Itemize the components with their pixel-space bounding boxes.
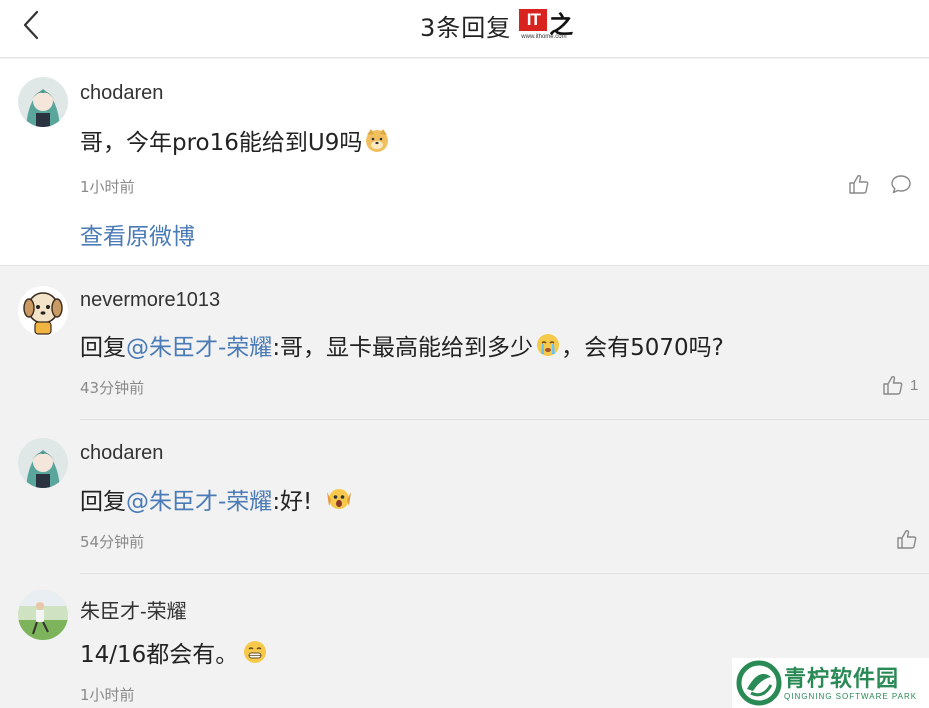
reply-item: chodaren 回复 @朱臣才-荣耀 :好! 54分钟前: [0, 420, 929, 574]
like-button[interactable]: [848, 173, 870, 195]
thumbs-up-icon: [897, 529, 917, 549]
reply-time: 54分钟前: [80, 533, 145, 551]
thumbs-up-icon: [883, 375, 903, 395]
like-button[interactable]: [896, 528, 918, 550]
view-original-link[interactable]: 查看原微博: [80, 217, 195, 251]
reply-content: 回复 @朱臣才-荣耀 :哥，显卡最高能给到多少 ，会有5070吗?: [80, 328, 724, 362]
scream-emoji-icon: [327, 489, 352, 509]
thumbs-up-icon: [849, 174, 869, 194]
reply-time: 43分钟前: [80, 379, 145, 397]
watermark-title: 青柠软件园: [784, 667, 900, 692]
reply-text: :好!: [272, 489, 313, 515]
avatar[interactable]: [18, 590, 68, 640]
reply-username[interactable]: 朱臣才-荣耀: [80, 595, 187, 624]
top-nav-bar: 3条回复 IT 之 www.ithome.com: [0, 0, 929, 58]
reply-content: 回复 @朱臣才-荣耀 :好!: [80, 482, 352, 516]
main-comment: chodaren 哥，今年pro16能给到U9吗 1小时前 查看原微博: [0, 59, 929, 266]
reply-text: :哥，显卡最高能给到多少: [272, 335, 534, 361]
reply-text: 14/16都会有。: [80, 642, 239, 668]
reply-username[interactable]: nevermore1013: [80, 289, 220, 312]
comment-time: 1小时前: [80, 178, 135, 196]
qingning-logo-icon: [736, 660, 782, 706]
back-button[interactable]: [14, 8, 48, 42]
crying-emoji-icon: [537, 334, 560, 356]
reply-prefix: 回复: [80, 489, 126, 515]
like-count: 1: [910, 376, 919, 394]
watermark-logo: 青柠软件园 QINGNING SOFTWARE PARK: [732, 658, 929, 708]
reply-button[interactable]: [890, 173, 912, 195]
mention-link[interactable]: @朱臣才-荣耀: [126, 482, 272, 516]
avatar[interactable]: [18, 77, 68, 127]
logo-url: www.ithome.com: [521, 34, 567, 40]
logo-badge: IT: [519, 9, 548, 31]
watermark-subtitle: QINGNING SOFTWARE PARK: [784, 692, 918, 701]
avatar[interactable]: [18, 286, 68, 336]
mention-link[interactable]: @朱臣才-荣耀: [126, 328, 272, 362]
reply-item: nevermore1013 回复 @朱臣才-荣耀 :哥，显卡最高能给到多少 ，会…: [0, 266, 929, 420]
doge-emoji-icon: [366, 129, 389, 152]
chevron-left-icon: [23, 10, 39, 40]
ithome-logo: IT 之 www.ithome.com: [519, 7, 581, 43]
reply-username[interactable]: chodaren: [80, 442, 163, 465]
comment-text: 哥，今年pro16能给到U9吗: [80, 130, 363, 156]
comment-content: 哥，今年pro16能给到U9吗: [80, 123, 390, 157]
grin-emoji-icon: [244, 641, 267, 663]
avatar[interactable]: [18, 438, 68, 488]
comment-username[interactable]: chodaren: [80, 82, 163, 105]
comment-bubble-icon: [891, 175, 911, 194]
like-button[interactable]: 1: [882, 374, 918, 396]
reply-time: 1小时前: [80, 686, 135, 704]
reply-content: 14/16都会有。: [80, 635, 268, 669]
reply-text-after: ，会有5070吗?: [561, 335, 724, 361]
page-title: 3条回复: [420, 13, 512, 42]
reply-prefix: 回复: [80, 335, 126, 361]
